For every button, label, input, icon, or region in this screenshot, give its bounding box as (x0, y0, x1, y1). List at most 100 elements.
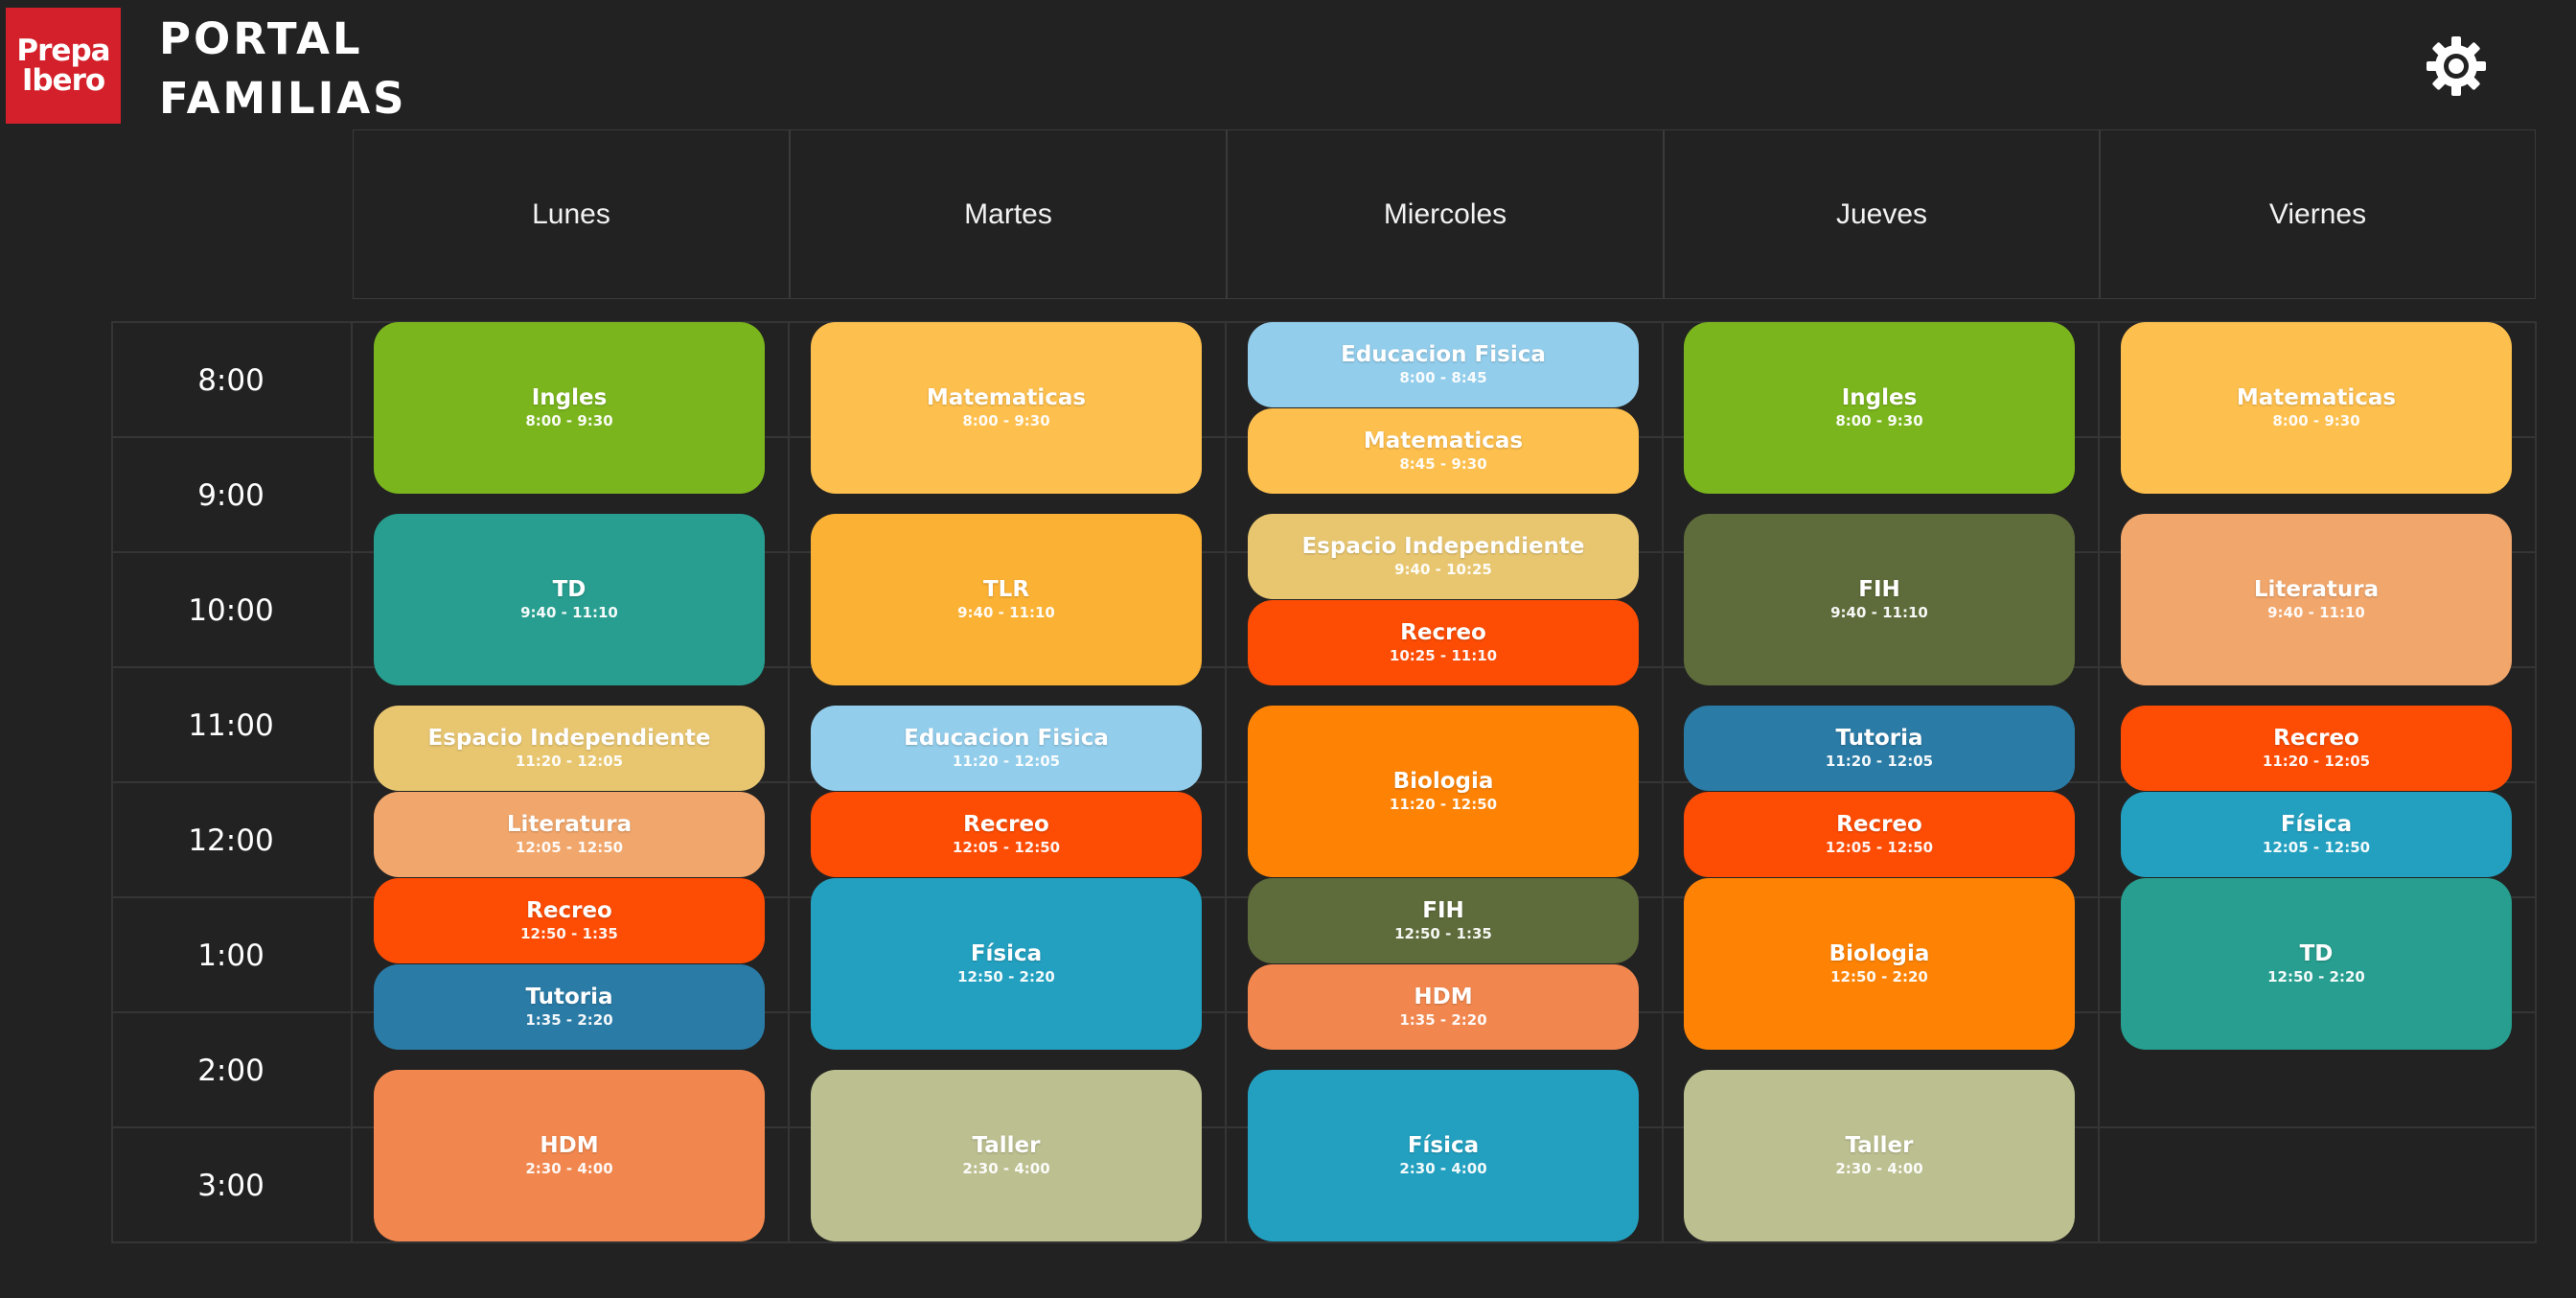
class-time: 12:05 - 12:50 (515, 839, 624, 856)
class-time: 11:20 - 12:05 (2262, 753, 2371, 770)
day-header-viernes: Viernes (2100, 129, 2536, 299)
class-time: 1:35 - 2:20 (525, 1011, 613, 1029)
class-title: Taller (972, 1133, 1041, 1158)
class-title: Espacio Independiente (1301, 534, 1585, 559)
grid-line (2535, 321, 2537, 1243)
class-time: 2:30 - 4:00 (962, 1160, 1050, 1177)
class-block-recreo[interactable]: Recreo 10:25 - 11:10 (1248, 600, 1639, 685)
class-block-fih[interactable]: FIH 9:40 - 11:10 (1684, 514, 2075, 685)
class-time: 12:50 - 2:20 (2267, 968, 2365, 985)
portal-title: Portal Familias (159, 10, 407, 128)
class-block-tutoria[interactable]: Tutoria 11:20 - 12:05 (1684, 706, 2075, 791)
time-label-12: 12:00 (188, 823, 274, 858)
class-block-biologia[interactable]: Biologia 11:20 - 12:50 (1248, 706, 1639, 877)
time-label-10: 10:00 (188, 593, 274, 628)
class-block-recreo[interactable]: Recreo 11:20 - 12:05 (2121, 706, 2512, 791)
class-block-ingles[interactable]: Ingles 8:00 - 9:30 (1684, 322, 2075, 494)
class-time: 12:05 - 12:50 (2262, 839, 2371, 856)
class-block-biologia[interactable]: Biologia 12:50 - 2:20 (1684, 878, 2075, 1050)
logo-text-line2: Ibero (21, 62, 105, 98)
class-time: 9:40 - 11:10 (957, 604, 1055, 621)
class-time: 9:40 - 11:10 (520, 604, 618, 621)
class-time: 8:00 - 9:30 (2272, 412, 2360, 429)
time-label-1: 1:00 (197, 939, 264, 973)
class-title: Literatura (506, 812, 632, 837)
class-block-fisica[interactable]: Física 2:30 - 4:00 (1248, 1070, 1639, 1241)
class-title: Tutoria (1835, 726, 1923, 751)
class-block-td[interactable]: TD 9:40 - 11:10 (374, 514, 765, 685)
class-block-matematicas[interactable]: Matematicas 8:00 - 9:30 (811, 322, 1202, 494)
class-block-educacion-fisica[interactable]: Educacion Fisica 11:20 - 12:05 (811, 706, 1202, 791)
grid-line (2098, 321, 2100, 1243)
class-title: Física (2280, 812, 2353, 837)
prepa-ibero-logo[interactable]: Prepa Ibero (6, 8, 121, 124)
class-block-tutoria[interactable]: Tutoria 1:35 - 2:20 (374, 964, 765, 1050)
time-label-8: 8:00 (197, 363, 264, 398)
class-block-educacion-fisica[interactable]: Educacion Fisica 8:00 - 8:45 (1248, 322, 1639, 407)
class-title: Biologia (1828, 941, 1930, 966)
portal-title-line2: Familias (159, 73, 407, 124)
class-time: 8:45 - 9:30 (1399, 455, 1487, 473)
gear-icon (2426, 36, 2486, 96)
day-header-jueves: Jueves (1664, 129, 2100, 299)
class-time: 10:25 - 11:10 (1389, 647, 1498, 664)
class-title: Educacion Fisica (1341, 342, 1546, 367)
class-time: 11:20 - 12:05 (952, 753, 1061, 770)
class-title: Matematicas (1363, 429, 1524, 453)
class-time: 2:30 - 4:00 (1399, 1160, 1487, 1177)
time-label-3: 3:00 (197, 1169, 264, 1203)
class-title: Espacio Independiente (427, 726, 711, 751)
class-block-ingles[interactable]: Ingles 8:00 - 9:30 (374, 322, 765, 494)
class-block-taller[interactable]: Taller 2:30 - 4:00 (811, 1070, 1202, 1241)
time-label-2: 2:00 (197, 1054, 264, 1088)
grid-line (788, 321, 790, 1243)
class-time: 9:40 - 10:25 (1394, 561, 1492, 578)
class-time: 12:05 - 12:50 (1825, 839, 1934, 856)
class-block-literatura[interactable]: Literatura 9:40 - 11:10 (2121, 514, 2512, 685)
class-title: HDM (1414, 985, 1473, 1009)
class-time: 2:30 - 4:00 (525, 1160, 613, 1177)
class-title: Recreo (1836, 812, 1922, 837)
class-block-recreo[interactable]: Recreo 12:05 - 12:50 (811, 792, 1202, 877)
class-block-hdm[interactable]: HDM 2:30 - 4:00 (374, 1070, 765, 1241)
class-block-fisica[interactable]: Física 12:50 - 2:20 (811, 878, 1202, 1050)
class-title: Ingles (1841, 385, 1918, 410)
class-block-fih[interactable]: FIH 12:50 - 1:35 (1248, 878, 1639, 963)
class-block-taller[interactable]: Taller 2:30 - 4:00 (1684, 1070, 2075, 1241)
time-label-9: 9:00 (197, 478, 264, 513)
class-block-literatura[interactable]: Literatura 12:05 - 12:50 (374, 792, 765, 877)
grid-line (111, 1241, 2537, 1243)
class-title: Matematicas (2236, 385, 2397, 410)
class-title: HDM (540, 1133, 599, 1158)
class-time: 2:30 - 4:00 (1835, 1160, 1923, 1177)
class-time: 9:40 - 11:10 (1830, 604, 1928, 621)
class-block-recreo[interactable]: Recreo 12:50 - 1:35 (374, 878, 765, 963)
day-header-martes: Martes (790, 129, 1227, 299)
class-time: 8:00 - 9:30 (525, 412, 613, 429)
grid-line (1662, 321, 1664, 1243)
grid-line (351, 321, 353, 1243)
settings-button[interactable] (2425, 35, 2488, 98)
class-block-espacio-independiente[interactable]: Espacio Independiente 11:20 - 12:05 (374, 706, 765, 791)
class-block-espacio-independiente[interactable]: Espacio Independiente 9:40 - 10:25 (1248, 514, 1639, 599)
class-title: Recreo (963, 812, 1049, 837)
class-title: Física (970, 941, 1043, 966)
class-title: Taller (1845, 1133, 1914, 1158)
class-time: 1:35 - 2:20 (1399, 1011, 1487, 1029)
class-title: Educacion Fisica (904, 726, 1109, 751)
class-title: Recreo (2273, 726, 2359, 751)
portal-title-line1: Portal (159, 13, 363, 64)
class-block-hdm[interactable]: HDM 1:35 - 2:20 (1248, 964, 1639, 1050)
class-block-td[interactable]: TD 12:50 - 2:20 (2121, 878, 2512, 1050)
class-time: 12:05 - 12:50 (952, 839, 1061, 856)
class-block-matematicas[interactable]: Matematicas 8:45 - 9:30 (1248, 408, 1639, 494)
class-title: FIH (1858, 577, 1900, 602)
logo-text-line1: Prepa (16, 33, 110, 68)
class-block-tlr[interactable]: TLR 9:40 - 11:10 (811, 514, 1202, 685)
class-block-recreo[interactable]: Recreo 12:05 - 12:50 (1684, 792, 2075, 877)
class-time: 8:00 - 9:30 (1835, 412, 1923, 429)
class-block-fisica[interactable]: Física 12:05 - 12:50 (2121, 792, 2512, 877)
class-block-matematicas[interactable]: Matematicas 8:00 - 9:30 (2121, 322, 2512, 494)
class-title: Biologia (1392, 769, 1494, 794)
class-title: Física (1407, 1133, 1480, 1158)
